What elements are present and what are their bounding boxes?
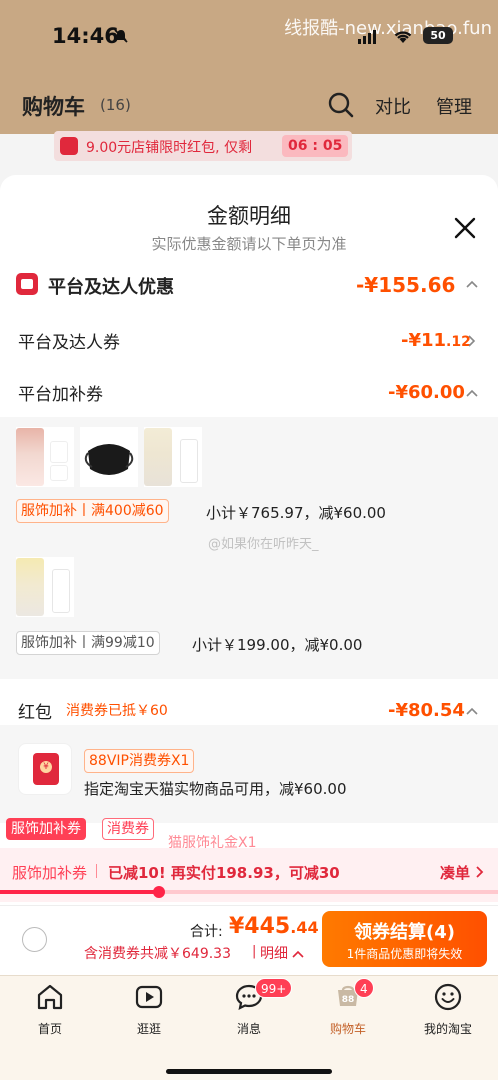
cart-badge: 4 xyxy=(354,978,374,998)
search-icon[interactable] xyxy=(328,92,354,118)
add-items-link[interactable]: 凑单 xyxy=(440,862,470,883)
discount-summary: 含消费券共减￥649.33 xyxy=(84,946,231,962)
promo-banner[interactable]: 9.00元店铺限时红包, 仅剩 06 : 05 xyxy=(54,131,352,161)
tab-profile[interactable]: 我的淘宝 xyxy=(398,976,498,1046)
svg-text:88: 88 xyxy=(342,995,355,1005)
subsidy-tag-400: 服饰加补丨满400减60 xyxy=(16,499,169,523)
tab-label: 首页 xyxy=(37,1022,62,1036)
select-all-checkbox[interactable] xyxy=(22,927,47,952)
close-icon[interactable] xyxy=(452,215,478,241)
subsidy-progress: 服饰加补券 已减10! 再实付198.93，可减30 凑单 xyxy=(0,848,498,902)
subsidy-tag-99: 服饰加补丨满99减10 xyxy=(16,631,160,655)
detail-link[interactable]: 明细 xyxy=(260,943,305,963)
battery-indicator: 50 xyxy=(423,27,453,44)
red-packet-value: -¥80.54 xyxy=(388,700,465,721)
weibo-watermark: @如果你在听昨天_ xyxy=(208,537,319,552)
cart-count: (16) xyxy=(100,96,131,114)
progress-knob xyxy=(153,886,166,898)
sheet-subtitle: 实际优惠金额请以下单页为准 xyxy=(151,235,347,253)
home-icon xyxy=(37,984,63,1010)
platform-coupon-label: 平台及达人券 xyxy=(18,333,120,353)
group1-subtotal: 小计￥765.97，减¥60.00 xyxy=(206,504,386,522)
red-packet-note: 消费券已抵￥60 xyxy=(66,703,168,719)
mask-image xyxy=(84,444,134,475)
promo-text: 9.00元店铺限时红包, 仅剩 xyxy=(86,140,253,156)
red-packet-icon xyxy=(60,137,78,155)
vip-coupon-desc: 指定淘宝天猫实物商品可用，减¥60.00 xyxy=(84,780,347,798)
tab-label: 消息 xyxy=(236,1022,261,1036)
chevron-up-icon[interactable] xyxy=(466,280,478,288)
tab-cart[interactable]: 88 4 购物车 xyxy=(298,976,398,1046)
compare-button[interactable]: 对比 xyxy=(375,93,411,119)
total-label: 合计: xyxy=(190,924,223,940)
cart-header: 购物车 (16) 对比 管理 xyxy=(0,72,498,134)
product-thumb[interactable] xyxy=(16,557,74,617)
signal-icon xyxy=(358,30,376,44)
checkout-bar: 合计: ¥445.44 含消费券共减￥649.33 | 明细 领券结算(4) 1… xyxy=(0,905,498,975)
chevron-up-icon[interactable] xyxy=(466,707,478,715)
group2-subtotal: 小计￥199.00，减¥0.00 xyxy=(192,636,363,654)
play-icon xyxy=(135,985,163,1009)
tab-bar: 首页 逛逛 99+ 消息 88 4 购物车 我的淘宝 xyxy=(0,975,498,1080)
platform-subsidy-value: -¥60.00 xyxy=(388,382,465,403)
product-thumb[interactable] xyxy=(144,427,202,487)
progress-label: 服饰加补券 xyxy=(12,864,88,882)
profile-icon xyxy=(434,983,462,1011)
red-packet-icon xyxy=(18,743,72,795)
checkout-button-label: 领券结算(4) xyxy=(354,922,455,943)
message-badge: 99+ xyxy=(255,978,293,998)
checkout-button-sub: 1件商品优惠即将失效 xyxy=(346,947,463,961)
progress-fill xyxy=(0,890,160,894)
red-packet-label: 红包 xyxy=(18,703,52,723)
product-thumb[interactable] xyxy=(80,427,138,487)
chevron-up-icon xyxy=(292,950,305,958)
product-thumb[interactable] xyxy=(16,427,74,487)
page-title: 购物车 xyxy=(22,95,85,119)
tab-label: 我的淘宝 xyxy=(423,1022,472,1036)
platform-total-value: -¥155.66 xyxy=(356,273,456,297)
tab-label: 购物车 xyxy=(329,1022,366,1036)
watermark: 线报酷-new.xianbao.fun xyxy=(284,18,492,39)
tab-home[interactable]: 首页 xyxy=(0,976,100,1046)
tab-explore[interactable]: 逛逛 xyxy=(99,976,199,1046)
progress-text: 已减10! 再实付198.93，可减30 xyxy=(108,864,340,882)
bell-muted-icon xyxy=(114,29,128,43)
home-indicator xyxy=(166,1069,332,1074)
tab-label: 逛逛 xyxy=(136,1022,161,1036)
manage-button[interactable]: 管理 xyxy=(436,93,472,119)
platform-total-label: 平台及达人优惠 xyxy=(48,277,174,298)
wifi-icon xyxy=(394,31,412,43)
platform-coupon-value: -¥11.12 xyxy=(401,330,471,351)
platform-subsidy-label: 平台加补券 xyxy=(18,385,103,405)
status-time: 14:46 xyxy=(52,24,119,48)
separator: | xyxy=(252,944,257,959)
coupon-logo-icon xyxy=(16,273,38,295)
checkout-button[interactable]: 领券结算(4) 1件商品优惠即将失效 xyxy=(322,911,487,967)
divider xyxy=(96,864,97,878)
status-bar: 14:46 线报酷-new.xianbao.fun 50 xyxy=(0,0,498,72)
consumption-coupon-tag: 消费券 xyxy=(102,818,154,840)
apparel-subsidy-tag: 服饰加补券 xyxy=(6,818,86,840)
vip-coupon-area xyxy=(0,725,498,823)
countdown-timer: 06 : 05 xyxy=(282,135,349,157)
total-value: ¥445.44 xyxy=(229,914,319,939)
vip-coupon-tag: 88VIP消费券X1 xyxy=(84,749,195,773)
chevron-right-icon[interactable] xyxy=(468,335,476,347)
tab-messages[interactable]: 99+ 消息 xyxy=(199,976,299,1046)
clipped-coupon-text: 猫服饰礼金X1 xyxy=(168,835,257,849)
chevron-up-icon[interactable] xyxy=(466,389,478,397)
chevron-right-icon[interactable] xyxy=(476,866,484,878)
sheet-title: 金额明细 xyxy=(207,204,291,228)
